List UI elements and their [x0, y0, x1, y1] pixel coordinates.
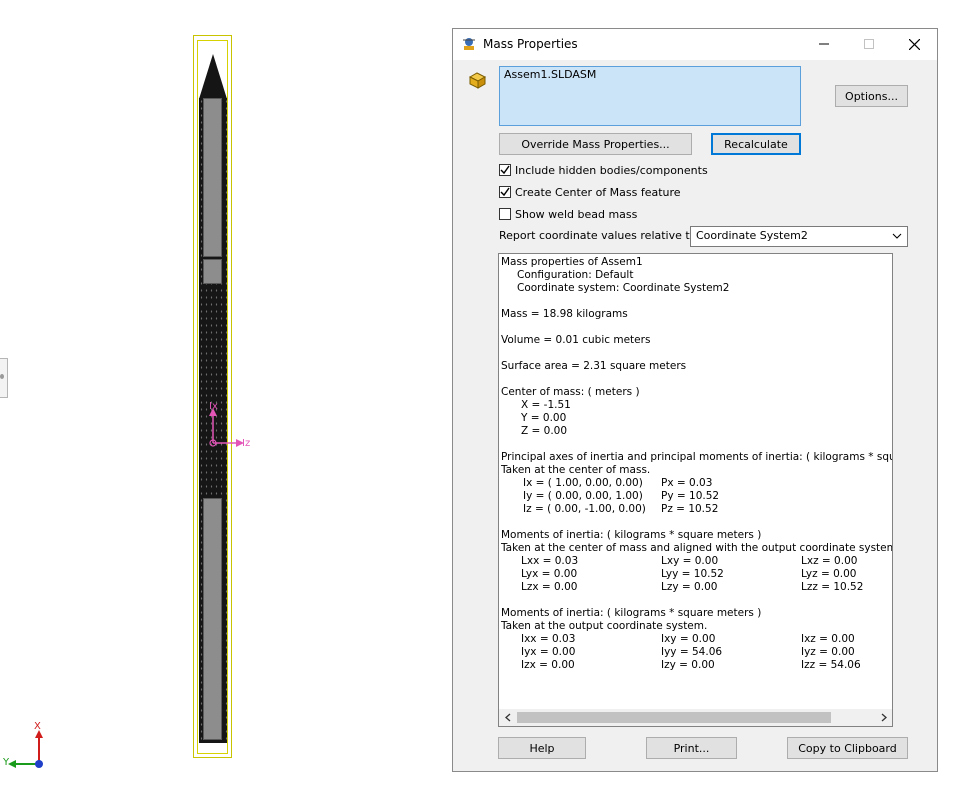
principal-moment-px: Px = 0.03 [661, 477, 713, 489]
help-button[interactable]: Help [498, 737, 586, 759]
graphics-viewport[interactable]: Ix Iz X Y [0, 0, 452, 799]
triad-iz-label: Iz [242, 438, 251, 449]
checkbox-label: Create Center of Mass feature [515, 185, 681, 199]
close-icon [908, 38, 920, 50]
create-com-feature-checkbox[interactable]: Create Center of Mass feature [499, 184, 681, 200]
checkbox-box[interactable] [499, 208, 511, 220]
moi-out-ixy: Ixy = 0.00 [661, 633, 716, 645]
options-button[interactable]: Options... [835, 85, 908, 107]
minimize-button[interactable] [801, 29, 847, 59]
scrollbar-thumb[interactable] [517, 712, 831, 723]
results-volume: Volume = 0.01 cubic meters [501, 334, 651, 346]
results-com-header: Center of mass: ( meters ) [501, 386, 640, 398]
moi-out-iyz: Iyz = 0.00 [801, 646, 855, 658]
principal-axis-iy: Iy = ( 0.00, 0.00, 1.00) [523, 490, 643, 502]
moi-com-lxz: Lxz = 0.00 [801, 555, 858, 567]
selected-items-list[interactable]: Assem1.SLDASM [499, 66, 801, 126]
moi-com-lyz: Lyz = 0.00 [801, 568, 857, 580]
triad-ix-label: Ix [209, 401, 218, 412]
model-slot-middle [203, 259, 222, 284]
results-mass: Mass = 18.98 kilograms [501, 308, 628, 320]
checkbox-label: Include hidden bodies/components [515, 163, 708, 177]
principal-axis-iz: Iz = ( 0.00, -1.00, 0.00) [523, 503, 646, 515]
scroll-left-button[interactable] [499, 709, 516, 726]
principal-moment-pz: Pz = 10.52 [661, 503, 719, 515]
moi-out-iyy: Iyy = 54.06 [661, 646, 723, 658]
coordinate-system-select[interactable]: Coordinate System2 [690, 226, 908, 247]
results-com-x: X = -1.51 [521, 399, 571, 411]
moi-out-ixx: Ixx = 0.03 [521, 633, 576, 645]
moi-com-lzz: Lzz = 10.52 [801, 581, 864, 593]
task-pane-tab[interactable] [0, 358, 8, 398]
principal-axis-ix: Ix = ( 1.00, 0.00, 0.00) [523, 477, 643, 489]
checkbox-label: Show weld bead mass [515, 207, 638, 221]
moi-com-lzx: Lzx = 0.00 [521, 581, 578, 593]
maximize-icon [864, 39, 874, 49]
recalculate-button[interactable]: Recalculate [711, 133, 801, 155]
principal-moment-py: Py = 10.52 [661, 490, 720, 502]
mass-properties-dialog[interactable]: Mass Properties Assem1.SLDASM Options...… [452, 28, 938, 772]
model-tip [199, 54, 227, 99]
mass-properties-icon [463, 38, 475, 50]
model-slot-upper [203, 98, 222, 257]
moi-out-izz: Izz = 54.06 [801, 659, 861, 671]
results-content: Mass properties of Assem1 Configuration:… [501, 256, 893, 706]
minimize-icon [819, 43, 829, 45]
report-coordinate-label: Report coordinate values relative to: [499, 229, 701, 242]
reference-triad-icon [8, 730, 43, 768]
moi-out-ixz: Ixz = 0.00 [801, 633, 855, 645]
results-com-z: Z = 0.00 [521, 425, 568, 437]
checkbox-box[interactable] [499, 186, 511, 198]
model-slot-lower [203, 498, 222, 740]
checkmark-icon [500, 165, 510, 175]
results-moi-out-taken: Taken at the output coordinate system. [501, 620, 708, 632]
chevron-right-icon [881, 713, 887, 722]
title-bar[interactable]: Mass Properties [453, 29, 937, 60]
selected-item[interactable]: Assem1.SLDASM [504, 68, 596, 81]
axis-y-label: Y [3, 757, 10, 768]
results-coordinate-system: Coordinate system: Coordinate System2 [517, 282, 730, 294]
moi-com-lxy: Lxy = 0.00 [661, 555, 719, 567]
chevron-down-icon [892, 233, 902, 239]
results-header: Mass properties of Assem1 [501, 256, 643, 268]
moi-com-lyx: Lyx = 0.00 [521, 568, 578, 580]
moi-com-lyy: Lyy = 10.52 [661, 568, 724, 580]
copy-to-clipboard-button[interactable]: Copy to Clipboard [787, 737, 908, 759]
checkmark-icon [500, 187, 510, 197]
results-configuration: Configuration: Default [517, 269, 634, 281]
results-com-y: Y = 0.00 [521, 412, 567, 424]
moi-com-lzy: Lzy = 0.00 [661, 581, 718, 593]
horizontal-scrollbar[interactable] [499, 709, 892, 726]
assembly-icon [468, 72, 487, 89]
results-moi-out-header: Moments of inertia: ( kilograms * square… [501, 607, 762, 619]
show-weld-bead-checkbox[interactable]: Show weld bead mass [499, 206, 637, 222]
axis-x-label: X [34, 721, 41, 732]
results-text-area[interactable]: Mass properties of Assem1 Configuration:… [498, 253, 893, 727]
override-mass-properties-button[interactable]: Override Mass Properties... [499, 133, 692, 155]
results-principal-taken: Taken at the center of mass. [501, 464, 651, 476]
moi-com-lxx: Lxx = 0.03 [521, 555, 579, 567]
moi-out-iyx: Iyx = 0.00 [521, 646, 576, 658]
maximize-button[interactable] [846, 29, 892, 59]
moi-out-izx: Izx = 0.00 [521, 659, 575, 671]
print-button[interactable]: Print... [646, 737, 737, 759]
scroll-right-button[interactable] [875, 709, 892, 726]
results-surface-area: Surface area = 2.31 square meters [501, 360, 687, 372]
close-button[interactable] [891, 29, 937, 59]
chevron-left-icon [504, 713, 510, 722]
moi-out-izy: Izy = 0.00 [661, 659, 715, 671]
coordinate-system-value: Coordinate System2 [696, 229, 808, 242]
tab-grip-icon [0, 374, 4, 379]
results-principal-header: Principal axes of inertia and principal … [501, 451, 892, 463]
results-moi-com-header: Moments of inertia: ( kilograms * square… [501, 529, 762, 541]
dialog-title: Mass Properties [483, 37, 578, 51]
checkbox-box[interactable] [499, 164, 511, 176]
results-moi-com-taken: Taken at the center of mass and aligned … [501, 542, 893, 554]
include-hidden-checkbox[interactable]: Include hidden bodies/components [499, 162, 708, 178]
